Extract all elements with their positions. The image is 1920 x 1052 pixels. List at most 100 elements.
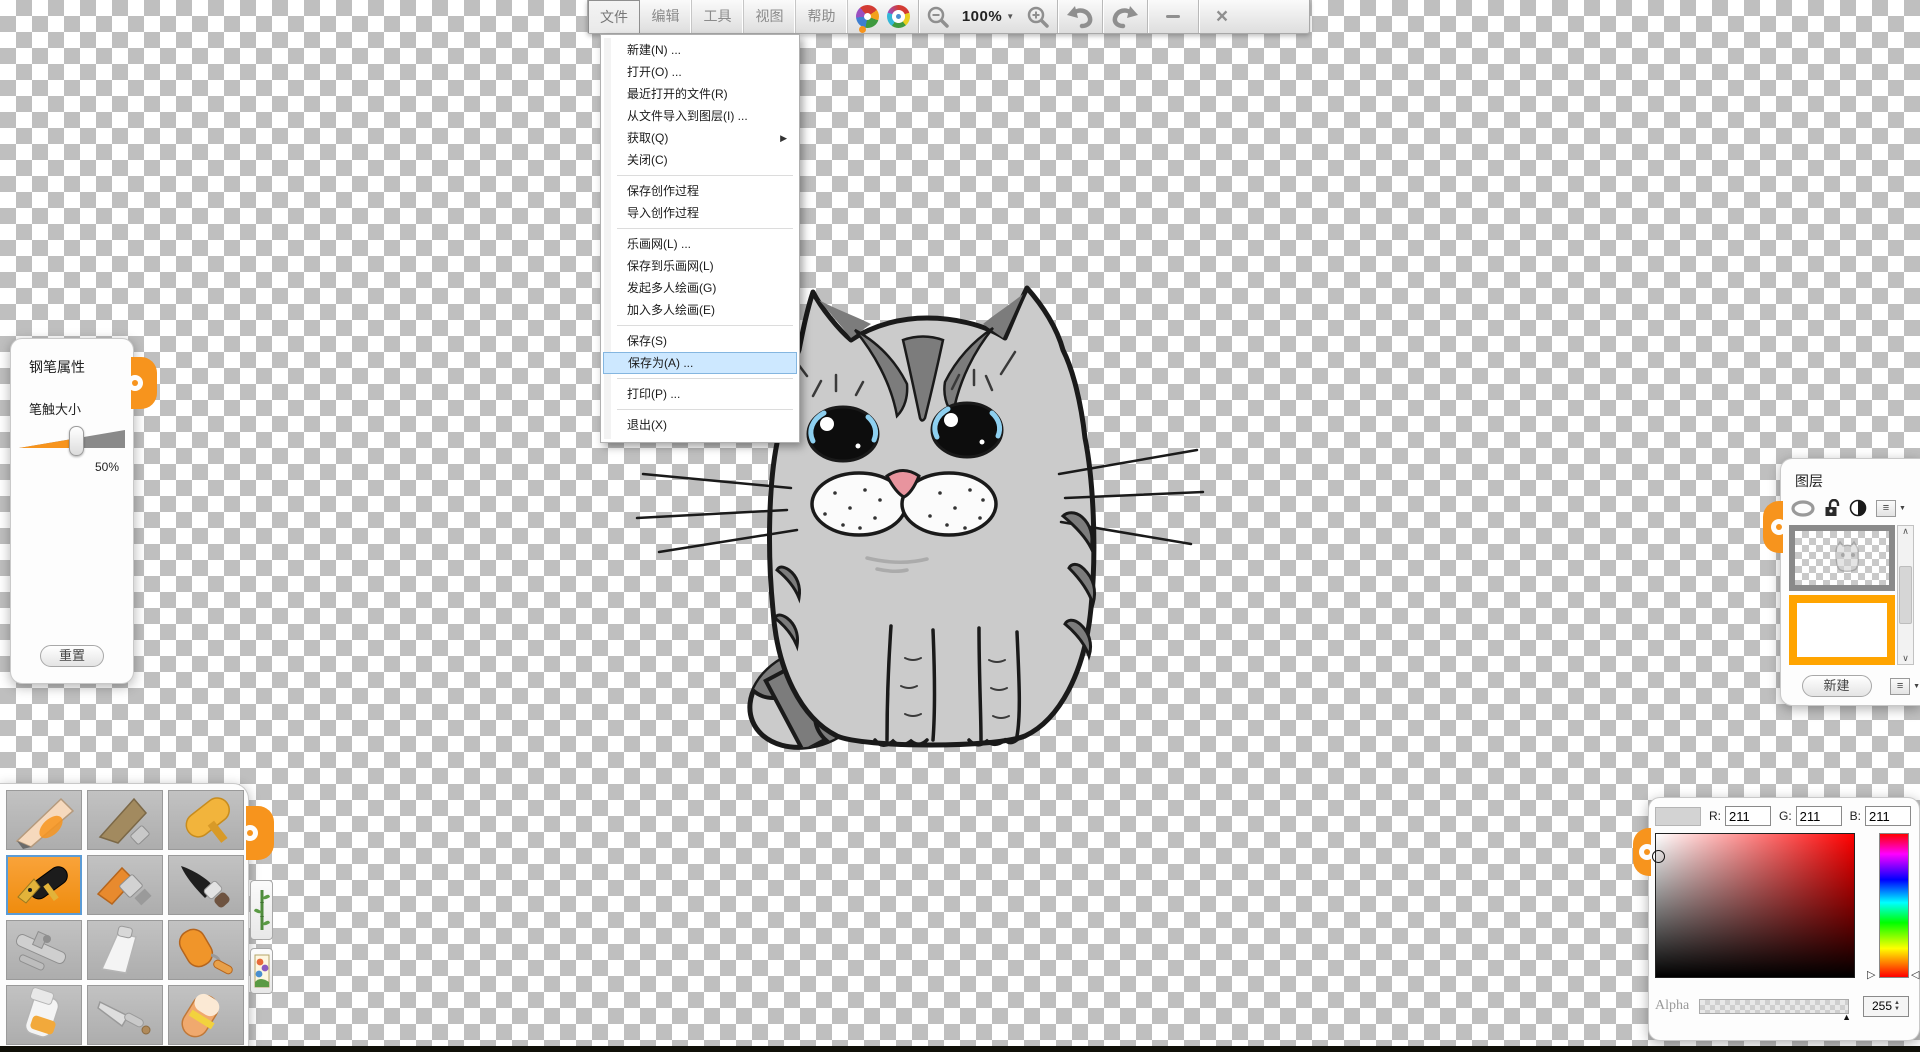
brush-palette-panel	[0, 783, 249, 1052]
panel-collapse-handle[interactable]	[246, 806, 274, 860]
brush-pointed-brush[interactable]	[87, 790, 163, 850]
layer-options-button[interactable]: ≡	[1890, 678, 1910, 695]
close-button[interactable]: ×	[1199, 0, 1245, 33]
zoom-out-button[interactable]	[919, 0, 957, 33]
lehua-web-icon[interactable]	[887, 5, 910, 28]
zoom-level-dropdown[interactable]: 100% ▼	[957, 0, 1019, 33]
zoom-out-icon	[926, 5, 950, 29]
scrollbar-thumb[interactable]	[1899, 566, 1912, 624]
new-layer-button[interactable]: 新建	[1802, 675, 1872, 697]
zoom-in-icon	[1026, 5, 1050, 29]
scroll-down-icon[interactable]: ∨	[1902, 653, 1909, 664]
brush-pencil[interactable]	[6, 790, 82, 850]
brush-size-label: 笔触大小	[29, 399, 133, 418]
menu-item-new[interactable]: 新建(N) ...	[603, 39, 797, 61]
brush-palette-knife[interactable]	[87, 920, 163, 980]
lehua-logo-icon[interactable]	[856, 5, 879, 28]
menu-item-import-process[interactable]: 导入创作过程	[603, 202, 797, 224]
file-menu: 新建(N) ... 打开(O) ... 最近打开的文件(R) 从文件导入到图层(…	[600, 34, 800, 443]
g-label: G:	[1779, 809, 1792, 823]
menu-item-acquire[interactable]: 获取(Q) ▶	[603, 127, 797, 149]
menu-item-exit[interactable]: 退出(X)	[603, 414, 797, 436]
r-label: R:	[1709, 809, 1721, 823]
alpha-marker-icon[interactable]: ▲	[1842, 1012, 1851, 1022]
menu-separator	[617, 228, 793, 229]
redo-icon	[1111, 5, 1139, 29]
menu-item-open[interactable]: 打开(O) ...	[603, 61, 797, 83]
saturation-value-field[interactable]	[1655, 833, 1855, 978]
submenu-arrow-icon: ▶	[780, 127, 787, 149]
sv-marker[interactable]	[1652, 850, 1665, 863]
redo-button[interactable]	[1103, 0, 1147, 33]
hue-bar[interactable]	[1879, 833, 1909, 978]
menu-item-lehua-web[interactable]: 乐画网(L) ...	[603, 233, 797, 255]
menu-item-save-as[interactable]: 保存为(A) ...	[603, 352, 797, 374]
layer-menu-button[interactable]: ≡	[1876, 500, 1896, 517]
tab-file[interactable]: 文件	[588, 0, 640, 33]
brush-flat-brush[interactable]	[87, 855, 163, 915]
menu-item-save-to-web[interactable]: 保存到乐画网(L)	[603, 255, 797, 277]
layer-thumbnail-sketch[interactable]	[1789, 525, 1895, 591]
alpha-slider[interactable]: ▲	[1699, 999, 1849, 1014]
alpha-spinner[interactable]: ▲ ▼	[1863, 996, 1909, 1017]
scroll-up-icon[interactable]: ∧	[1902, 526, 1909, 537]
menu-item-start-multi[interactable]: 发起多人绘画(G)	[603, 277, 797, 299]
brush-ink-brush[interactable]	[168, 855, 244, 915]
b-input[interactable]	[1865, 806, 1911, 826]
menu-item-join-multi[interactable]: 加入多人绘画(E)	[603, 299, 797, 321]
brush-paint-roller[interactable]	[168, 920, 244, 980]
menu-separator	[617, 409, 793, 410]
brush-airbrush[interactable]	[6, 920, 82, 980]
brush-crayon[interactable]	[168, 790, 244, 850]
cat-eye-left	[808, 407, 878, 461]
close-icon: ×	[1216, 6, 1228, 27]
cat-eye-right	[932, 403, 1002, 457]
menu-item-save[interactable]: 保存(S)	[603, 330, 797, 352]
chevron-down-icon[interactable]: ▼	[1913, 683, 1920, 690]
brush-size-slider[interactable]	[17, 426, 129, 456]
layers-scrollbar[interactable]: ∧ ∨	[1897, 525, 1914, 665]
brush-fountain-pen[interactable]	[6, 855, 82, 915]
g-input[interactable]	[1796, 806, 1842, 826]
spin-down-icon[interactable]: ▼	[1894, 1006, 1900, 1012]
menu-item-save-process[interactable]: 保存创作过程	[603, 180, 797, 202]
panel-collapse-handle[interactable]	[1633, 828, 1651, 876]
minimize-button[interactable]	[1148, 0, 1198, 33]
menu-item-import-to-layer[interactable]: 从文件导入到图层(I) ...	[603, 105, 797, 127]
brush-eraser[interactable]	[168, 985, 244, 1045]
panel-collapse-handle[interactable]	[1763, 501, 1783, 553]
layer-thumbnail-selected[interactable]	[1789, 595, 1895, 665]
menu-item-print[interactable]: 打印(P) ...	[603, 383, 797, 405]
unlock-icon[interactable]	[1824, 499, 1840, 517]
tab-view[interactable]: 视图	[744, 0, 796, 33]
alpha-input[interactable]	[1864, 999, 1892, 1013]
undo-button[interactable]	[1058, 0, 1102, 33]
tab-tools[interactable]: 工具	[692, 0, 744, 33]
hue-marker-right-icon[interactable]: ◁	[1911, 968, 1919, 981]
tab-edit[interactable]: 编辑	[640, 0, 692, 33]
texture-image-icon	[254, 954, 270, 988]
menu-separator	[617, 325, 793, 326]
reset-button[interactable]: 重置	[40, 645, 104, 667]
texture-image-button[interactable]	[250, 948, 273, 994]
undo-icon	[1066, 5, 1094, 29]
panel-collapse-handle[interactable]	[131, 357, 157, 409]
r-input[interactable]	[1725, 806, 1771, 826]
menu-item-close-file[interactable]: 关闭(C)	[603, 149, 797, 171]
blend-halfcircle-icon[interactable]	[1849, 499, 1867, 517]
menu-item-recent[interactable]: 最近打开的文件(R)	[603, 83, 797, 105]
brush-size-value: 50%	[11, 460, 119, 474]
slider-handle[interactable]	[69, 426, 84, 456]
tab-help[interactable]: 帮助	[796, 0, 848, 33]
alpha-label: Alpha	[1655, 998, 1699, 1014]
brush-paint-bottle[interactable]	[6, 985, 82, 1045]
minimize-icon	[1166, 15, 1180, 18]
brush-detail-blade[interactable]	[87, 985, 163, 1045]
zoom-in-button[interactable]	[1019, 0, 1057, 33]
layers-panel: 图层 ≡ ▼ ∧	[1780, 458, 1920, 706]
app-window: { "app": { "name": "paint-app", "accent_…	[0, 0, 1920, 1052]
visibility-oval-icon[interactable]	[1791, 500, 1815, 517]
bamboo-stamp-button[interactable]	[250, 880, 273, 940]
chevron-down-icon[interactable]: ▼	[1899, 505, 1906, 512]
hue-marker-left-icon[interactable]: ▷	[1867, 968, 1875, 981]
